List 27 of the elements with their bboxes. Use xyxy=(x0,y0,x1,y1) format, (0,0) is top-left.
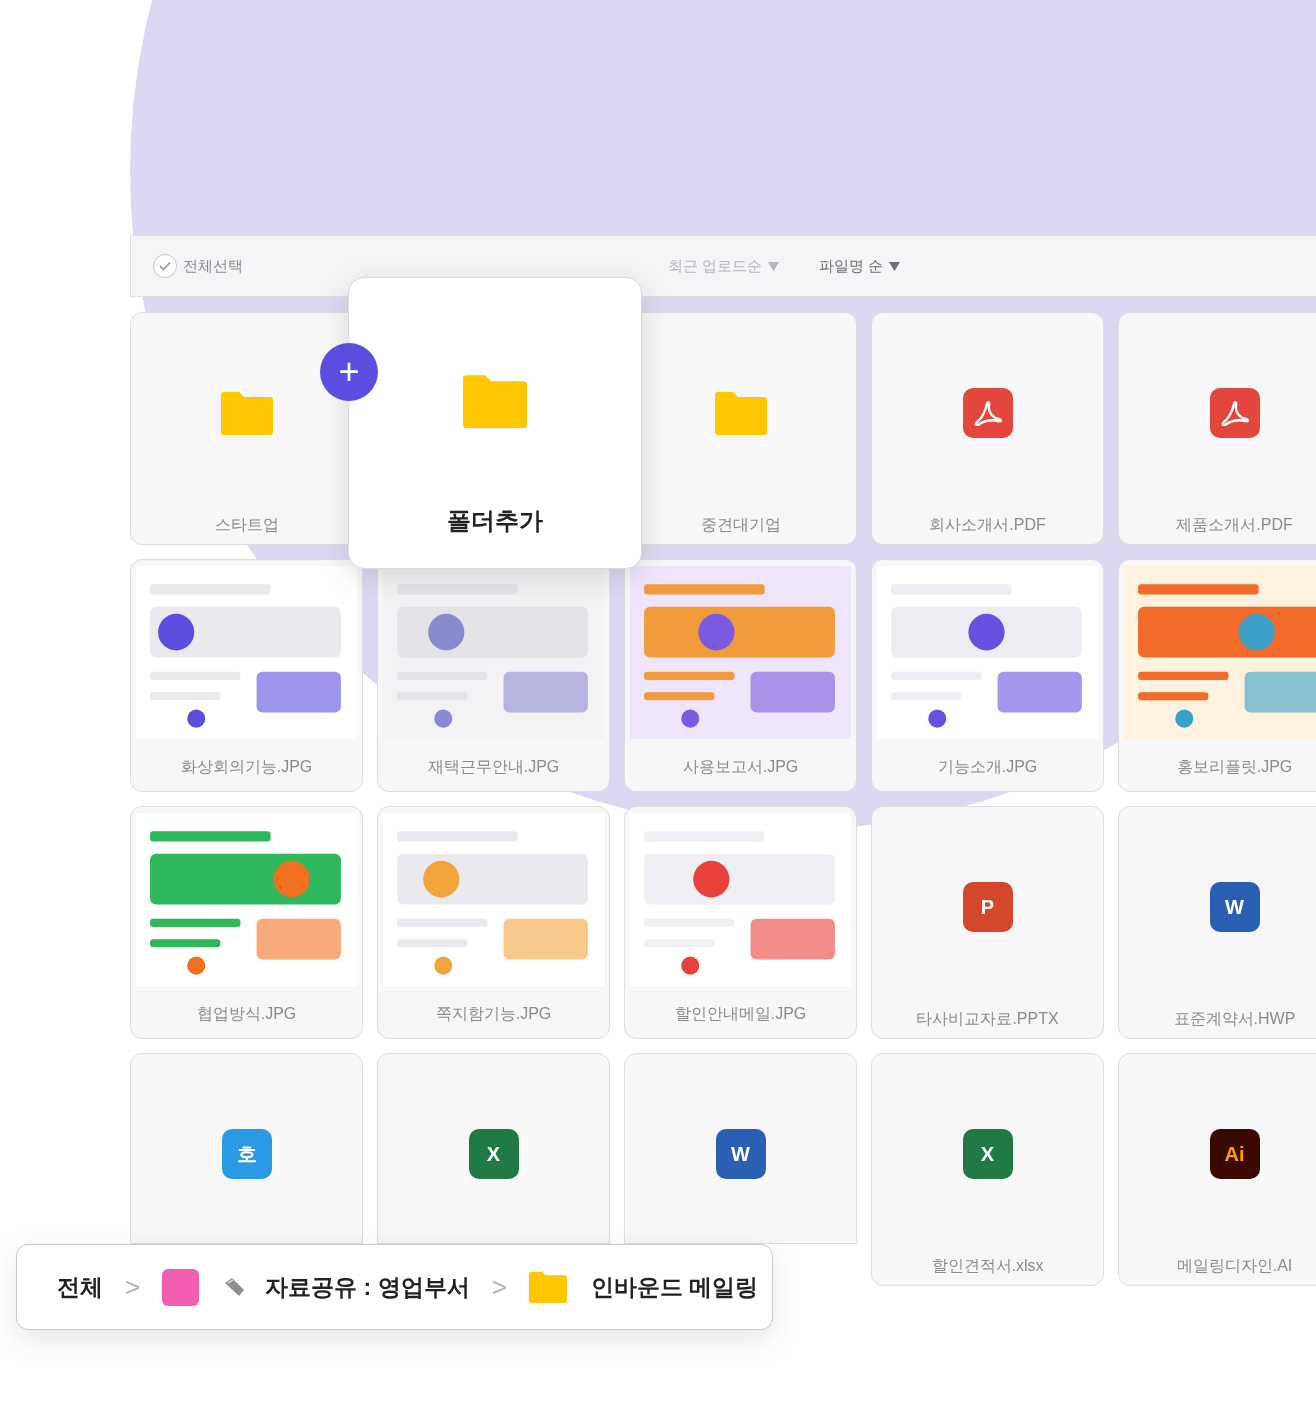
file-name: 화상회의기능.JPG xyxy=(180,757,313,777)
select-all-label: 전체선택 xyxy=(183,255,243,276)
word-icon: W xyxy=(1209,882,1260,932)
file-name: 표준계약서.HWP xyxy=(1173,1009,1296,1029)
file-name: 사용보고서.JPG xyxy=(682,757,799,777)
add-folder-label: 폴더추가 xyxy=(447,506,543,536)
ai-icon: Ai xyxy=(1209,1129,1260,1179)
file-name: 할인안내메일.JPG xyxy=(674,1004,807,1024)
file-name: 기능소개.JPG xyxy=(937,757,1038,777)
file-name: 회사소개서.PDF xyxy=(929,515,1046,535)
file-name: 제품소개서.PDF xyxy=(1176,515,1293,535)
hwp-icon: 호 xyxy=(221,1129,272,1179)
chevron-separator: > xyxy=(125,1270,141,1304)
excel-icon: X xyxy=(962,1129,1013,1179)
file-name: 홍보리플릿.JPG xyxy=(1176,757,1293,777)
ppt-icon: P xyxy=(962,882,1013,932)
word-icon: W xyxy=(715,1129,766,1179)
file-name: 재택근무안내.JPG xyxy=(427,757,560,777)
excel-icon: X xyxy=(468,1129,519,1179)
file-name: 스타트업 xyxy=(214,515,279,535)
file-name: 쪽지함기능.JPG xyxy=(435,1004,552,1024)
file-name: 중견대기업 xyxy=(700,515,781,535)
file-name: 협업방식.JPG xyxy=(196,1004,297,1024)
file-name: 할인견적서.xlsx xyxy=(931,1256,1044,1276)
file-name: 타사비교자료.PPTX xyxy=(916,1009,1059,1029)
chevron-separator: > xyxy=(491,1270,507,1304)
file-name: 메일링디자인.AI xyxy=(1176,1256,1293,1276)
